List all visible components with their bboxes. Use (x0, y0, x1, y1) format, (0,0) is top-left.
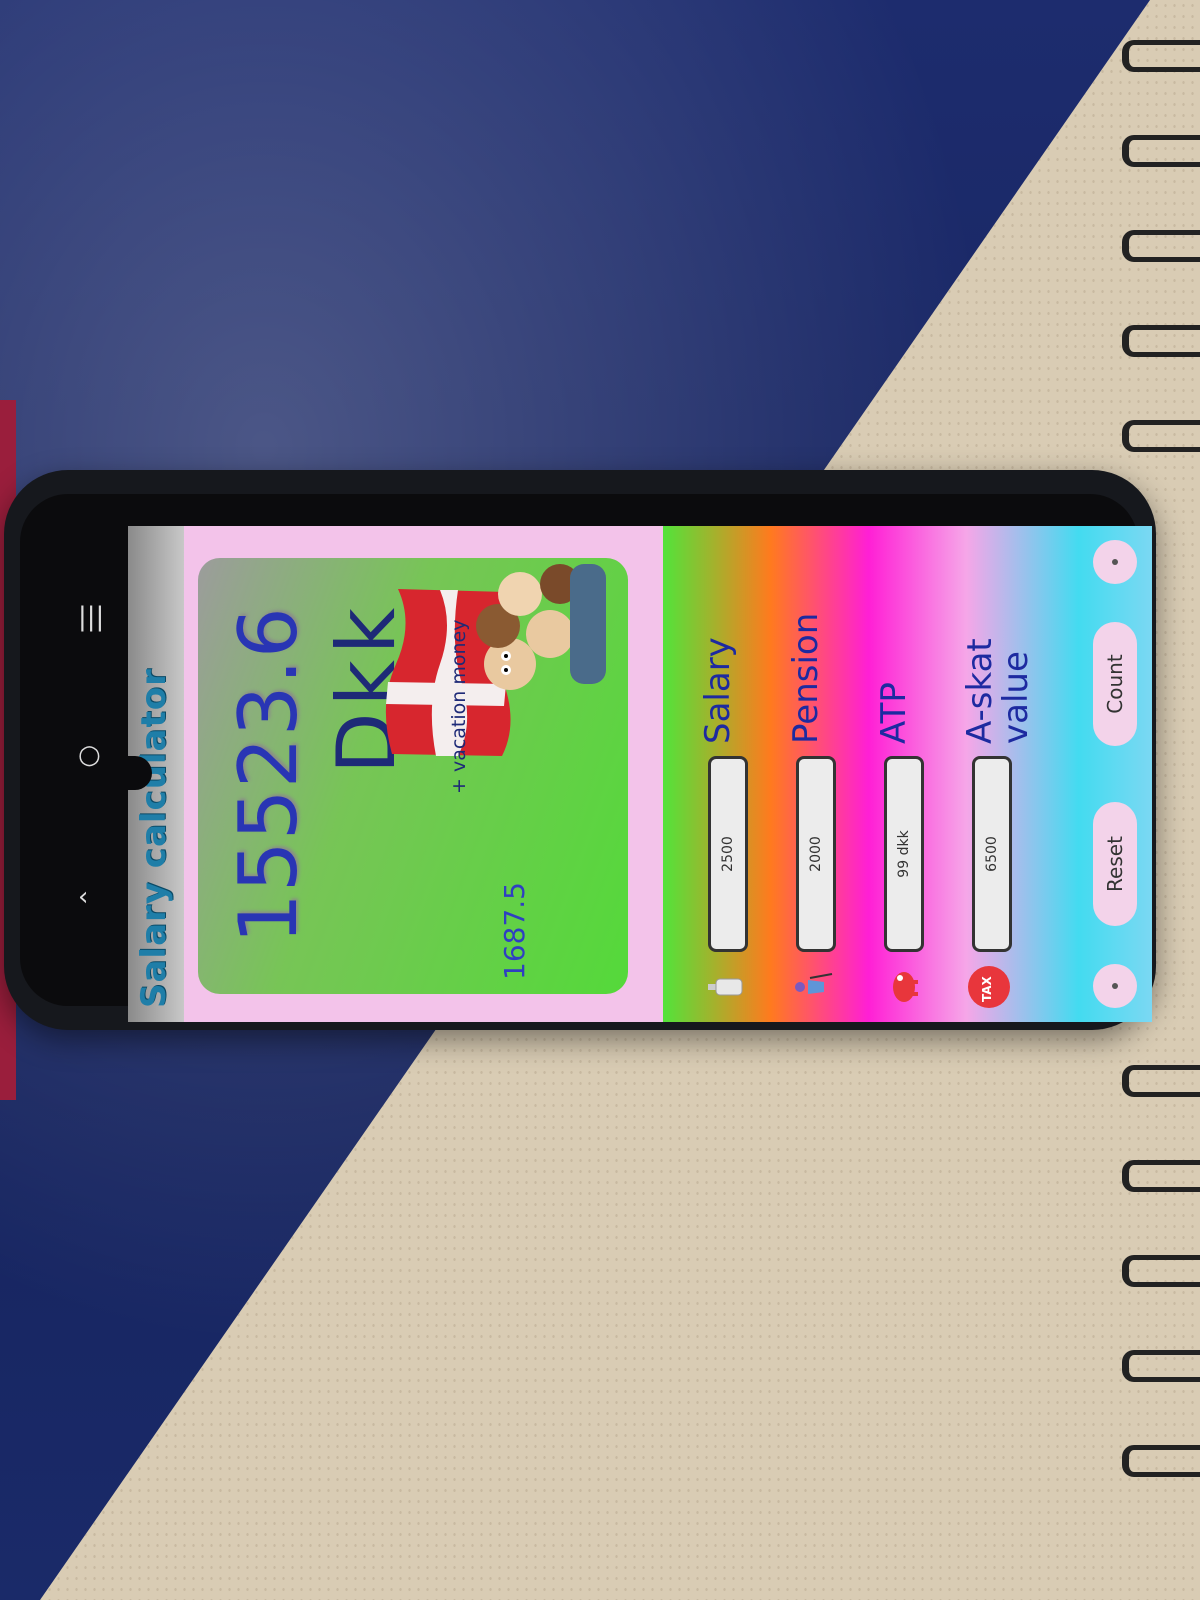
cartoon-crowd-icon (476, 564, 606, 690)
spiral-ring (1122, 325, 1200, 357)
spiral-ring (1122, 40, 1200, 72)
salary-label: Salary (698, 637, 738, 744)
elderly-person-icon (795, 973, 833, 994)
atp-input[interactable] (884, 756, 924, 952)
spiral-ring (1122, 1160, 1200, 1192)
tax-badge-text: TAX (980, 976, 994, 1002)
home-icon[interactable]: ○ (78, 742, 101, 768)
phone-screen: Salary calculator 15523.6 Dkk + vacation… (128, 526, 1152, 1022)
phone: ||| ○ ‹ Salary calculator 15523.6 Dkk + … (4, 470, 1156, 1030)
back-icon[interactable]: ‹ (78, 884, 88, 910)
form-row-askat: TAX A-skat value (960, 526, 1036, 1022)
form-row-pension: Pension (786, 526, 846, 1022)
spiral-ring (1122, 135, 1200, 167)
askat-label: A-skat value (960, 638, 1036, 744)
pension-input[interactable] (796, 756, 836, 952)
askat-input[interactable] (972, 756, 1012, 952)
recent-apps-icon[interactable]: ||| (78, 604, 104, 630)
result-card: 15523.6 Dkk + vacation money 1687.5 (198, 558, 628, 994)
count-button[interactable]: Count (1093, 622, 1137, 746)
atp-label: ATP (874, 682, 914, 744)
spiral-ring (1122, 420, 1200, 452)
phone-bezel: ||| ○ ‹ Salary calculator 15523.6 Dkk + … (20, 494, 1152, 1022)
spiral-ring (1122, 230, 1200, 262)
spiral-ring (1122, 1065, 1200, 1097)
net-salary-value: 15523.6 (222, 606, 315, 944)
salary-app: Salary calculator 15523.6 Dkk + vacation… (128, 526, 1152, 1022)
pension-label: Pension (786, 612, 826, 744)
spiral-ring (1122, 1445, 1200, 1477)
app-title: Salary calculator (134, 668, 174, 1008)
salary-input[interactable] (708, 756, 748, 952)
right-dot-button[interactable] (1093, 540, 1137, 584)
left-dot-button[interactable] (1093, 964, 1137, 1008)
form-row-salary: Salary (698, 526, 758, 1022)
reset-button[interactable]: Reset (1093, 802, 1137, 926)
bottle-icon (708, 978, 743, 996)
piggy-bank-icon (893, 972, 918, 1002)
android-nav-bar: ||| ○ ‹ (20, 494, 128, 1006)
spiral-ring (1122, 1255, 1200, 1287)
salary-form: Salary Pension ATP (663, 526, 1152, 1022)
form-row-atp: ATP (874, 526, 934, 1022)
spiral-ring (1122, 1350, 1200, 1382)
vacation-money-value: 1687.5 (498, 882, 531, 980)
tax-icon: TAX (968, 966, 1010, 1008)
